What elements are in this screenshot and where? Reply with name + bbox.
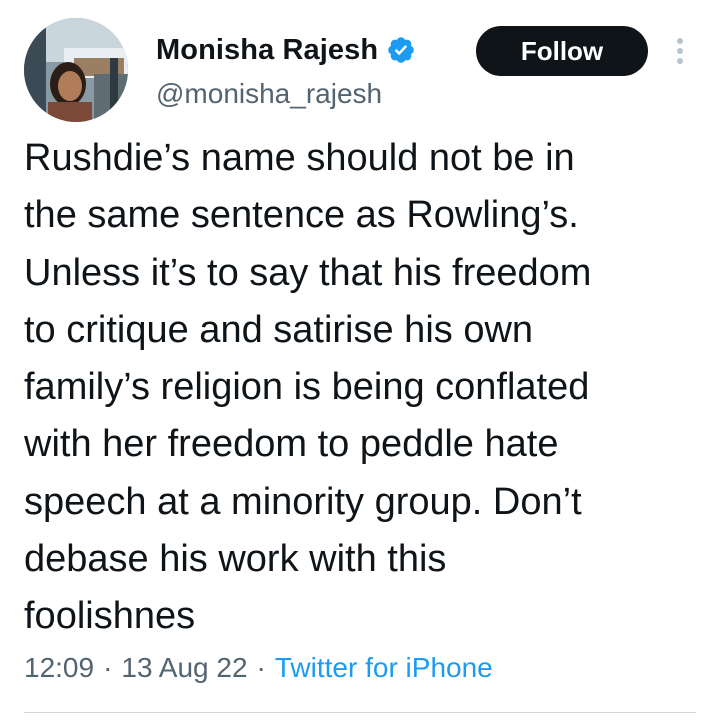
meta-separator: · <box>103 652 113 683</box>
tweet-date[interactable]: 13 Aug 22 <box>121 652 247 684</box>
handle[interactable]: @monisha_rajesh <box>156 78 382 110</box>
tweet-text: Rushdie’s name should not be in the same… <box>24 137 592 638</box>
more-vertical-icon[interactable] <box>668 34 692 68</box>
tweet-meta: 12:09 · 13 Aug 22 · Twitter for iPhone <box>24 646 493 690</box>
display-name-row: Monisha Rajesh <box>156 30 416 70</box>
display-name[interactable]: Monisha Rajesh <box>156 34 378 67</box>
divider <box>24 712 696 713</box>
avatar[interactable] <box>24 18 128 122</box>
verified-badge-icon <box>386 35 416 65</box>
avatar-image <box>24 18 128 122</box>
tweet-source-link[interactable]: Twitter for iPhone <box>275 652 493 684</box>
follow-button[interactable]: Follow <box>476 26 648 76</box>
tweet-time[interactable]: 12:09 <box>24 652 94 684</box>
meta-separator: · <box>256 652 266 683</box>
